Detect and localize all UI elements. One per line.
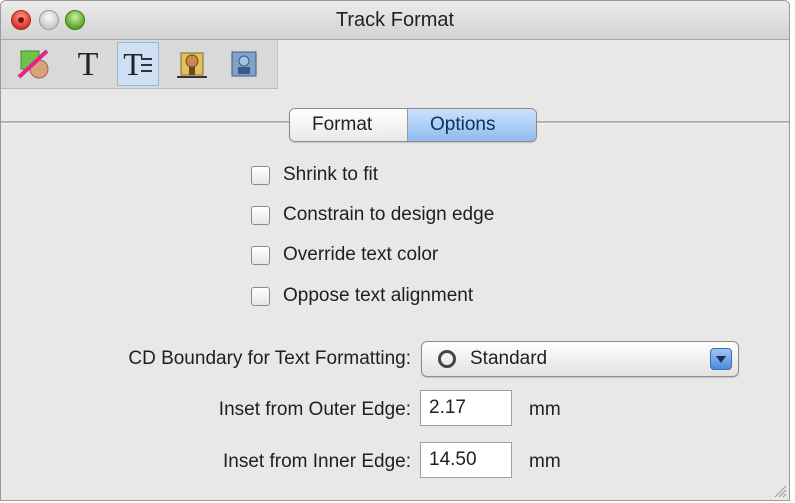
text-tool[interactable]: T (67, 42, 109, 86)
oppose-alignment-label: Oppose text alignment (283, 285, 474, 306)
title-bar[interactable]: Track Format (1, 1, 789, 40)
circle-icon (438, 350, 456, 368)
override-color-label: Override text color (283, 244, 439, 265)
inset-inner-field[interactable]: 14.50 (420, 442, 512, 478)
inset-outer-field[interactable]: 2.17 (420, 390, 512, 426)
track-format-window: Track Format T T Format Options Shrink t… (0, 0, 790, 501)
override-color-checkbox[interactable] (251, 245, 270, 265)
boundary-popup[interactable]: Standard (421, 341, 739, 377)
boundary-label: CD Boundary for Text Formatting: (128, 348, 411, 369)
text-icon: T (78, 47, 99, 81)
override-color-option[interactable]: Override text color (251, 242, 438, 268)
image-position-tool[interactable] (171, 42, 213, 86)
constrain-to-edge-option[interactable]: Constrain to design edge (251, 202, 494, 228)
svg-text:T: T (78, 47, 99, 81)
window-title: Track Format (335, 9, 455, 31)
inset-outer-unit: mm (529, 399, 561, 420)
oppose-alignment-option[interactable]: Oppose text alignment (251, 283, 473, 309)
constrain-to-edge-label: Constrain to design edge (283, 204, 495, 225)
photo-adjust-tool[interactable] (223, 42, 265, 86)
constrain-to-edge-checkbox[interactable] (251, 205, 270, 225)
fill-stroke-tool[interactable] (13, 42, 55, 86)
inset-inner-unit: mm (529, 451, 561, 472)
toolbar: T T (1, 40, 278, 89)
image-position-icon (177, 52, 207, 78)
boundary-value: Standard (470, 348, 548, 369)
chevron-down-icon[interactable] (710, 348, 732, 370)
photo-adjust-icon (231, 51, 257, 77)
inset-inner-label: Inset from Inner Edge: (223, 451, 411, 472)
shrink-to-fit-label: Shrink to fit (283, 164, 379, 185)
text-format-tool[interactable]: T (117, 42, 159, 86)
oppose-alignment-checkbox[interactable] (251, 286, 270, 306)
inset-outer-label: Inset from Outer Edge: (218, 399, 411, 420)
text-format-icon: T (123, 47, 152, 81)
shrink-to-fit-option[interactable]: Shrink to fit (251, 162, 378, 188)
tab-options[interactable]: Options (408, 109, 536, 141)
svg-text:T: T (123, 47, 143, 81)
tab-format[interactable]: Format (290, 109, 408, 141)
shrink-to-fit-checkbox[interactable] (251, 165, 270, 185)
fill-stroke-icon (17, 49, 49, 79)
resize-grip-icon[interactable] (771, 482, 787, 498)
tab-segmented-control: Format Options (289, 108, 537, 142)
